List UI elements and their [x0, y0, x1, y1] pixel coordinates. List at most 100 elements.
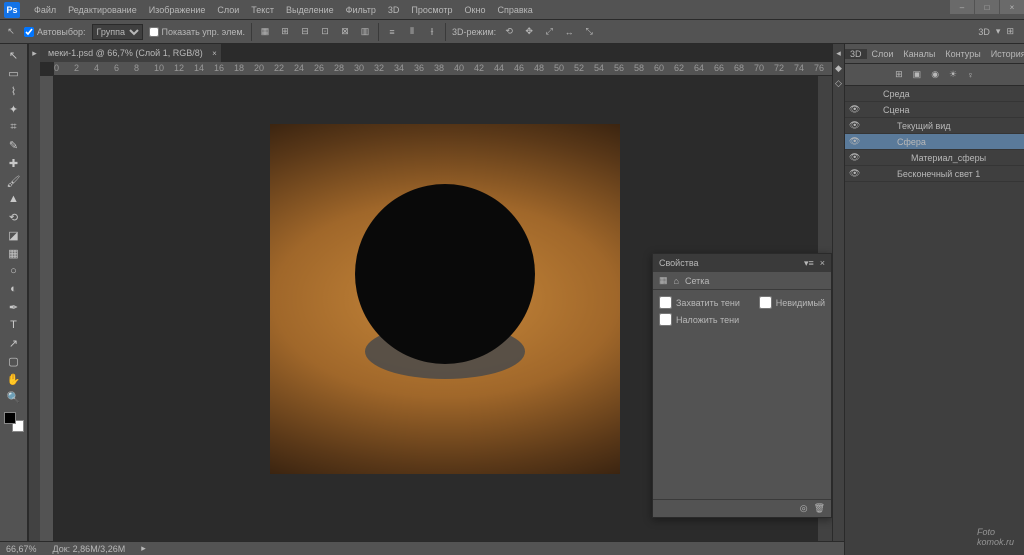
tree-node[interactable]: 👁Сфера [845, 134, 1024, 150]
distribute-icon[interactable]: ⫲ [425, 25, 439, 39]
menu-layer[interactable]: Слои [211, 5, 245, 15]
hand-tool[interactable]: ✋ [3, 370, 25, 388]
menu-type[interactable]: Текст [245, 5, 280, 15]
overlay-shadows-checkbox[interactable]: Наложить тени [659, 313, 825, 326]
workspace-switcher[interactable]: 3D [978, 27, 990, 37]
filter-material-icon[interactable]: ◉ [931, 69, 939, 80]
show-controls-input[interactable] [149, 27, 159, 37]
align-icon[interactable]: ▥ [358, 25, 372, 39]
minimize-button[interactable]: – [950, 0, 974, 14]
lasso-tool[interactable]: ⌇ [3, 82, 25, 100]
trash-icon[interactable]: 🗑 [814, 503, 825, 514]
panel-menu-icon[interactable]: ▾≡ [804, 258, 814, 269]
gradient-tool[interactable]: ▦ [3, 244, 25, 262]
workspace-arrow-icon[interactable]: ▾ [996, 26, 1001, 37]
tree-node[interactable]: 👁Текущий вид [845, 118, 1024, 134]
autoselect-checkbox[interactable]: Автовыбор: [24, 27, 86, 37]
menu-file[interactable]: Файл [28, 5, 62, 15]
menu-3d[interactable]: 3D [382, 5, 406, 15]
autoselect-input[interactable] [24, 27, 34, 37]
move-tool[interactable]: ↖ [3, 46, 25, 64]
zoom-tool[interactable]: 🔍 [3, 388, 25, 406]
align-icon[interactable]: ▦ [258, 25, 272, 39]
autoselect-label: Автовыбор: [37, 27, 86, 37]
scale-icon[interactable]: ⤡ [582, 25, 596, 39]
menu-help[interactable]: Справка [491, 5, 538, 15]
brush-tool[interactable]: 🖌 [3, 172, 25, 190]
type-tool[interactable]: T [3, 316, 25, 334]
align-icon[interactable]: ⊡ [318, 25, 332, 39]
search-icon[interactable]: ⊞ [1006, 26, 1014, 37]
align-icon[interactable]: ⊟ [298, 25, 312, 39]
menu-filter[interactable]: Фильтр [340, 5, 382, 15]
tree-node[interactable]: 👁Бесконечный свет 1 [845, 166, 1024, 182]
history-brush-tool[interactable]: ⟲ [3, 208, 25, 226]
dodge-tool[interactable]: ◐ [3, 280, 25, 298]
blur-tool[interactable]: ○ [3, 262, 25, 280]
pan-icon[interactable]: ✥ [522, 25, 536, 39]
visibility-icon[interactable]: 👁 [849, 120, 861, 131]
path-tool[interactable]: ↗ [3, 334, 25, 352]
eraser-tool[interactable]: ◪ [3, 226, 25, 244]
tree-node[interactable]: 👁Сцена [845, 102, 1024, 118]
visibility-icon[interactable]: 👁 [849, 136, 861, 147]
tab-channels[interactable]: Каналы [898, 49, 940, 59]
panel-close-icon[interactable]: × [820, 258, 825, 269]
document-tab[interactable]: меки-1.psd @ 66,7% (Слой 1, RGB/8) × [40, 44, 222, 62]
tab-history[interactable]: История [986, 49, 1024, 59]
filter-mesh-icon[interactable]: ▣ [913, 69, 922, 80]
menu-window[interactable]: Окно [459, 5, 492, 15]
dolly-icon[interactable]: ⤢ [542, 25, 556, 39]
filter-light-icon[interactable]: ☀ [949, 69, 957, 80]
stamp-tool[interactable]: ▲ [3, 190, 25, 208]
tree-node[interactable]: 👁Материал_сферы [845, 150, 1024, 166]
pen-tool[interactable]: ✒ [3, 298, 25, 316]
visibility-icon[interactable]: 👁 [849, 152, 861, 163]
tab-paths[interactable]: Контуры [940, 49, 985, 59]
status-arrow-icon[interactable]: ▸ [141, 543, 146, 554]
autoselect-dropdown[interactable]: Группа [92, 24, 143, 40]
slide-icon[interactable]: ↔ [562, 25, 576, 39]
panel-icon[interactable]: ◂ [836, 48, 841, 59]
show-controls-checkbox[interactable]: Показать упр. элем. [149, 27, 245, 37]
render-icon[interactable]: ◎ [800, 503, 808, 514]
shape-tool[interactable]: ▢ [3, 352, 25, 370]
properties-header[interactable]: Свойства ▾≡× [653, 254, 831, 272]
visibility-icon[interactable]: 👁 [849, 168, 861, 179]
menu-view[interactable]: Просмотр [405, 5, 458, 15]
coords-icon[interactable]: ⌂ [674, 276, 679, 286]
tree-node[interactable]: Среда [845, 86, 1024, 102]
sphere-object[interactable] [355, 184, 535, 364]
marquee-tool[interactable]: ▭ [3, 64, 25, 82]
invisible-checkbox[interactable]: Невидимый [759, 296, 825, 309]
color-swatches[interactable] [4, 412, 24, 432]
zoom-level[interactable]: 66,67% [6, 544, 37, 554]
align-icon[interactable]: ⊞ [278, 25, 292, 39]
menu-select[interactable]: Выделение [280, 5, 340, 15]
maximize-button[interactable]: □ [975, 0, 999, 14]
tab-3d[interactable]: 3D [845, 49, 867, 59]
panel-icon[interactable]: ▸ [32, 48, 37, 59]
tab-layers[interactable]: Слои [867, 49, 899, 59]
orbit-icon[interactable]: ⟲ [502, 25, 516, 39]
wand-tool[interactable]: ✦ [3, 100, 25, 118]
distribute-icon[interactable]: ⫴ [405, 25, 419, 39]
align-icon[interactable]: ⊠ [338, 25, 352, 39]
eyedropper-tool[interactable]: ✎ [3, 136, 25, 154]
menu-edit[interactable]: Редактирование [62, 5, 143, 15]
visibility-icon[interactable]: 👁 [849, 104, 861, 115]
foreground-color[interactable] [4, 412, 16, 424]
panel-icon[interactable]: ◆ [835, 63, 842, 74]
healing-tool[interactable]: ✚ [3, 154, 25, 172]
panel-icon[interactable]: ◇ [835, 78, 842, 89]
canvas[interactable] [270, 124, 620, 474]
distribute-icon[interactable]: ≡ [385, 25, 399, 39]
close-tab-icon[interactable]: × [212, 49, 217, 58]
filter-all-icon[interactable]: ⊞ [895, 69, 903, 80]
filter-env-icon[interactable]: ♀ [967, 70, 974, 80]
document-info[interactable]: Док: 2,86M/3,26M [53, 544, 126, 554]
catch-shadows-checkbox[interactable]: Захватить тени [659, 296, 740, 309]
close-button[interactable]: × [1000, 0, 1024, 14]
menu-image[interactable]: Изображение [143, 5, 212, 15]
crop-tool[interactable]: ⌗ [3, 118, 25, 136]
